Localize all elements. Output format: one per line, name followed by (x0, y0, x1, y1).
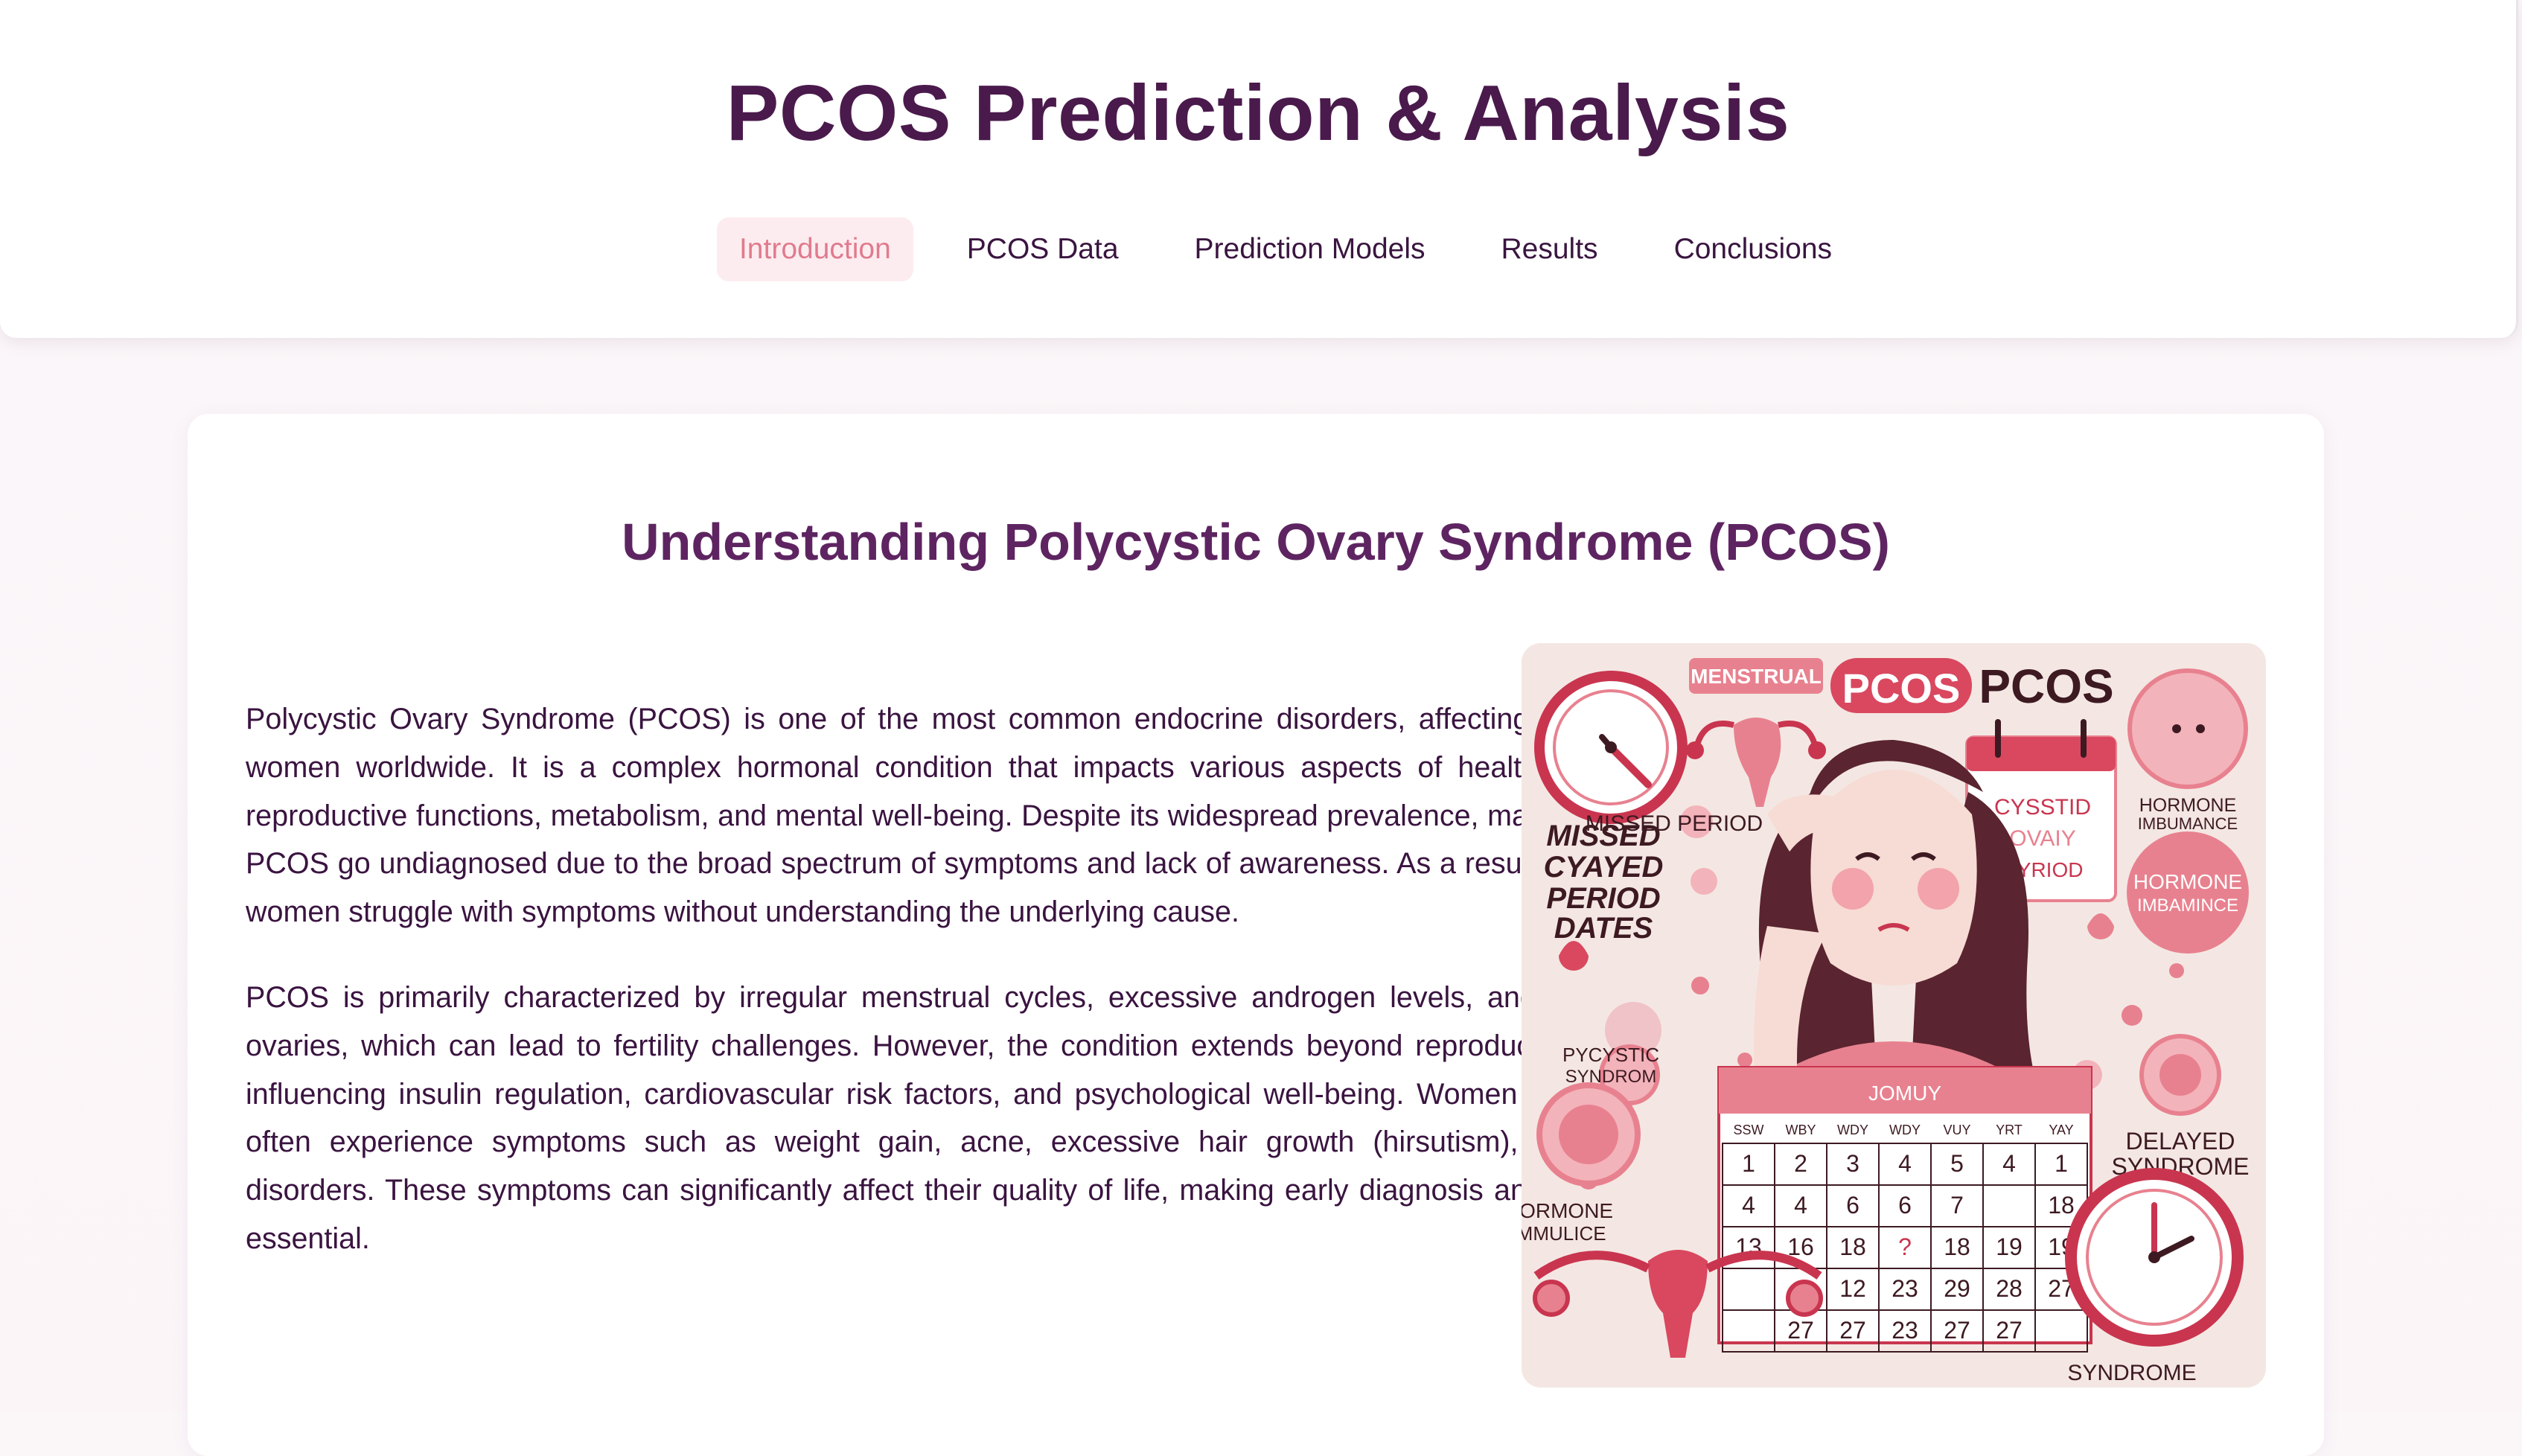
calendar-weekday: YRT (1996, 1123, 2023, 1137)
nav-tab-pcos-data[interactable]: PCOS Data (945, 217, 1141, 281)
calendar-weekday: YAY (2049, 1123, 2073, 1137)
calendar-day: 12 (1839, 1275, 1866, 1302)
calendar-day: 6 (1898, 1192, 1912, 1219)
label-delayed-1: DELAYED (2125, 1128, 2235, 1155)
intro-card: Understanding Polycystic Ovary Syndrome … (188, 414, 2324, 1456)
calendar-day: 29 (1944, 1275, 1970, 1302)
nav-tab-introduction[interactable]: Introduction (716, 217, 913, 281)
site-title: PCOS Prediction & Analysis (726, 69, 1790, 157)
calendar-day: 4 (1898, 1150, 1912, 1177)
calendar-weekday: VUY (1943, 1123, 1970, 1137)
main-nav: Introduction PCOS Data Prediction Models… (0, 217, 2516, 281)
calendar-day: 19 (1996, 1233, 2023, 1260)
label-pcos-title: PCOS (1979, 660, 2113, 713)
pcos-illustration: MENSTRUAL PCOS PCOS CYSSTID OVAIY CYRIOD (1522, 643, 2266, 1388)
calendar-day: 6 (1846, 1192, 1859, 1219)
calendar-day: 23 (1892, 1317, 1918, 1344)
label-hormone-circle-1: HORMONE (2133, 870, 2242, 893)
alarm-clock-icon (2139, 1034, 2221, 1116)
section-heading: Understanding Polycystic Ovary Syndrome … (622, 513, 1890, 571)
label-missed-dates-3: PERIOD (1546, 882, 1660, 915)
intro-text: Polycystic Ovary Syndrome (PCOS) is one … (246, 695, 1678, 1300)
label-pcos-badge: PCOS (1842, 665, 1961, 712)
calendar-weekday: WDY (1837, 1123, 1868, 1137)
nav-tab-prediction-models[interactable]: Prediction Models (1172, 217, 1448, 281)
label-hormone-imb-2: IMBUMANCE (2138, 814, 2238, 833)
calendar-day: 27 (1996, 1317, 2023, 1344)
calendar-day: 27 (1787, 1317, 1814, 1344)
label-hormone-circle-2: IMBAMINCE (2137, 895, 2238, 916)
calendar-day: 4 (1794, 1192, 1807, 1219)
calendar-weekday: WBY (1785, 1123, 1816, 1137)
label-syndrome-bottom: SYNDROME (2067, 1361, 2196, 1385)
label-missed-dates-4: DATES (1554, 912, 1653, 945)
site-header: PCOS Prediction & Analysis Introduction … (0, 0, 2518, 338)
calendar-day: 18 (1944, 1233, 1970, 1260)
calendar-day: 28 (1996, 1275, 2023, 1302)
calendar-weekday: WDY (1889, 1123, 1921, 1137)
pcos-illustration-svg: MENSTRUAL PCOS PCOS CYSSTID OVAIY CYRIOD (1522, 643, 2266, 1388)
nav-tab-results[interactable]: Results (1479, 217, 1621, 281)
label-menstrual: MENSTRUAL (1691, 665, 1822, 688)
calendar-day: 18 (1839, 1233, 1866, 1260)
label-missed-dates-1: MISSED (1546, 820, 1660, 852)
calendar-day: 1 (2055, 1150, 2068, 1177)
calendar-day: 5 (1950, 1150, 1964, 1177)
calendar-weekday: SSW (1733, 1123, 1763, 1137)
intro-paragraph-2: PCOS is primarily characterized by irreg… (246, 980, 1678, 1255)
calendar-day: 3 (1846, 1150, 1859, 1177)
label-missed-dates-2: CYAYED (1544, 851, 1664, 884)
calendar-day: ? (1898, 1233, 1912, 1260)
calendar-icon: JOMUY SSW WBY WDY WDY VUY YRT YAY1 2 3 4 5 4 14 4 6 6 7 1… (1717, 1066, 2092, 1353)
calendar-day: 1 (1742, 1150, 1755, 1177)
clock-icon (1534, 671, 1688, 824)
intro-paragraph-1: Polycystic Ovary Syndrome (PCOS) is one … (246, 703, 1678, 929)
nav-tab-conclusions[interactable]: Conclusions (1652, 217, 1854, 281)
label-hormone-imb-1: HORMONE (2139, 795, 2237, 816)
label-cysstid-2: OVAIY (2009, 826, 2075, 851)
calendar-day: 7 (1950, 1192, 1964, 1219)
label-hormone-imm-1: HORMONE (1522, 1199, 1613, 1222)
calendar-day: 2 (1794, 1150, 1807, 1177)
calendar-day: 4 (1742, 1192, 1755, 1219)
label-hormone-imm-2: IMMULICE (1522, 1222, 1606, 1245)
calendar-day: 27 (1839, 1317, 1866, 1344)
label-pycystic-1: PYCYSTIC (1562, 1044, 1659, 1066)
calendar-day: 18 (2048, 1192, 2075, 1219)
calendar-day: 27 (1944, 1317, 1970, 1344)
label-cysstid-1: CYSSTID (1994, 795, 2091, 820)
calendar-month: JOMUY (1868, 1082, 1941, 1105)
calendar-day: 4 (2002, 1150, 2016, 1177)
wall-clock-icon (2065, 1168, 2244, 1347)
calendar-day: 23 (1892, 1275, 1918, 1302)
